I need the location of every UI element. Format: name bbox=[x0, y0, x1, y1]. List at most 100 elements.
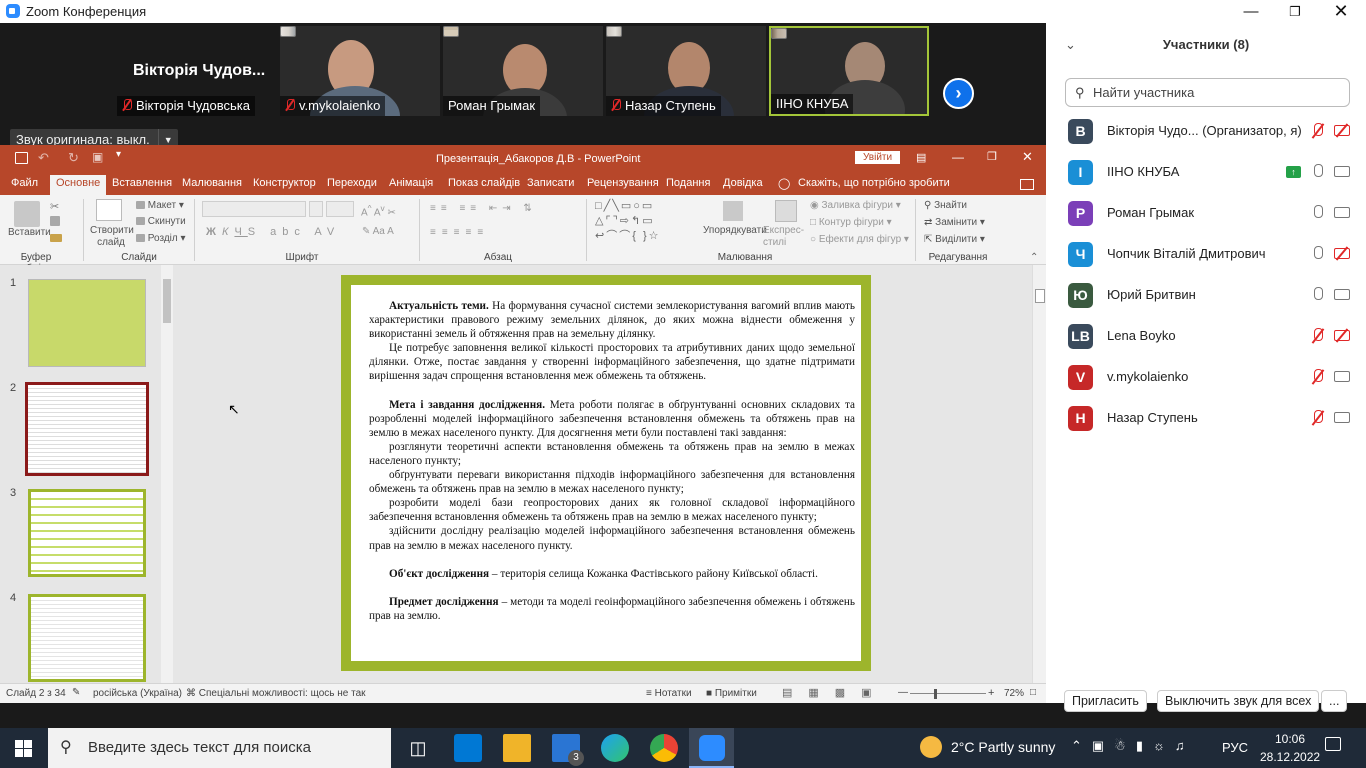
slide-thumbnail-selected[interactable] bbox=[25, 382, 149, 476]
video-off-icon[interactable] bbox=[1334, 125, 1350, 136]
view-buttons[interactable]: ▤▦▩▣ bbox=[782, 686, 888, 699]
present-icon[interactable]: ▣ bbox=[92, 150, 103, 164]
font-name-dropdown[interactable] bbox=[309, 201, 323, 217]
video-icon[interactable] bbox=[1334, 207, 1350, 218]
ribbon-display-icon[interactable]: ▤ bbox=[916, 151, 926, 164]
participant-row[interactable]: Vv.mykolaienko bbox=[1046, 357, 1366, 398]
ppt-minimize-button[interactable]: — bbox=[952, 150, 964, 164]
slide-thumbnail[interactable] bbox=[28, 594, 146, 682]
participant-row[interactable]: І ІІНО КНУБА ↑ bbox=[1046, 152, 1366, 193]
tab-draw[interactable]: Малювання bbox=[182, 177, 242, 189]
zoom-in-icon[interactable]: + bbox=[988, 687, 994, 699]
tab-help[interactable]: Довідка bbox=[723, 177, 763, 189]
font-name-box[interactable] bbox=[202, 201, 306, 217]
store-icon[interactable] bbox=[454, 734, 482, 762]
taskbar-search-input[interactable]: ⚲ Введите здесь текст для поиска bbox=[48, 728, 391, 768]
zoom-level[interactable]: 72% bbox=[1004, 688, 1024, 699]
video-icon[interactable] bbox=[1334, 289, 1350, 300]
mic-off-icon[interactable] bbox=[1312, 123, 1323, 139]
font-format-buttons[interactable]: ЖКЧS abc AV bbox=[206, 226, 340, 238]
mic-icon[interactable] bbox=[1312, 287, 1323, 303]
participant-row[interactable]: Р Роман Грымак bbox=[1046, 193, 1366, 234]
clock-time[interactable]: 10:06 bbox=[1266, 732, 1314, 746]
video-tile[interactable]: Вікторія Чудов... Вікторія Чудовська bbox=[117, 26, 277, 116]
mail-icon[interactable]: 3 bbox=[552, 734, 584, 766]
quick-styles-icon[interactable] bbox=[775, 200, 797, 222]
mute-all-button[interactable]: Выключить звук для всех bbox=[1157, 690, 1320, 712]
zoom-slider[interactable] bbox=[910, 693, 986, 694]
tab-file[interactable]: Файл bbox=[11, 177, 38, 189]
more-button[interactable]: ... bbox=[1321, 690, 1348, 712]
replace-button[interactable]: ⇄ Замінити ▾ bbox=[924, 217, 985, 228]
weather-text[interactable]: 2°C Partly sunny bbox=[951, 739, 1055, 755]
slide-scrollbar[interactable] bbox=[1032, 265, 1046, 683]
tray-icons[interactable]: ⌃▣☃▮☼♫ bbox=[1071, 738, 1195, 754]
shape-fill-button[interactable]: ◉ Заливка фігури ▾ bbox=[810, 200, 901, 211]
customize-toolbar-icon[interactable]: ▾ bbox=[116, 149, 121, 160]
tab-insert[interactable]: Вставлення bbox=[112, 177, 172, 189]
mic-off-icon[interactable] bbox=[1312, 369, 1323, 385]
ppt-restore-button[interactable]: ❐ bbox=[987, 150, 997, 163]
select-button[interactable]: ⇱ Виділити ▾ bbox=[924, 234, 985, 245]
format-painter-icon[interactable] bbox=[50, 233, 62, 244]
participant-row[interactable]: LB Lena Boyko bbox=[1046, 316, 1366, 357]
shape-outline-button[interactable]: □ Контур фігури ▾ bbox=[810, 217, 892, 228]
font-color-buttons[interactable]: ✎ Aa A bbox=[362, 226, 394, 237]
participant-row[interactable]: Ю Юрий Бритвин bbox=[1046, 275, 1366, 316]
chrome-icon[interactable] bbox=[650, 734, 678, 762]
close-button[interactable]: ✕ bbox=[1318, 0, 1364, 23]
copy-icon[interactable] bbox=[50, 216, 60, 227]
edge-icon[interactable] bbox=[601, 734, 629, 762]
align-buttons[interactable]: ≡≡≡≡≡ bbox=[430, 227, 489, 238]
video-tile[interactable]: v.mykolaienko bbox=[280, 26, 440, 116]
signin-button[interactable]: Увійти bbox=[855, 151, 901, 164]
chevron-right-icon[interactable]: › bbox=[943, 78, 974, 109]
list-buttons[interactable]: ≡≡ ≡≡ ⇤⇥ ⇅ bbox=[430, 203, 537, 214]
mic-icon[interactable] bbox=[1312, 246, 1323, 262]
tab-home[interactable]: Основне bbox=[50, 175, 107, 195]
notifications-icon[interactable] bbox=[1325, 737, 1341, 751]
scrollbar-thumb[interactable] bbox=[163, 279, 171, 323]
language-indicator[interactable]: російська (Україна) bbox=[93, 688, 182, 699]
video-tile[interactable]: Назар Ступень bbox=[606, 26, 766, 116]
paste-icon[interactable] bbox=[14, 201, 40, 227]
zoom-slider-thumb[interactable] bbox=[934, 689, 937, 699]
participant-search-input[interactable]: ⚲ Найти участника bbox=[1065, 78, 1350, 107]
cut-icon[interactable]: ✂ bbox=[50, 200, 59, 213]
video-off-icon[interactable] bbox=[1334, 248, 1350, 259]
ppt-close-button[interactable]: ✕ bbox=[1022, 149, 1033, 165]
scrollbar-thumb[interactable] bbox=[1035, 289, 1045, 303]
mic-off-icon[interactable] bbox=[1312, 328, 1323, 344]
collapse-ribbon-icon[interactable]: ⌃ bbox=[1030, 252, 1038, 263]
mic-off-icon[interactable] bbox=[1312, 410, 1323, 426]
tab-design[interactable]: Конструктор bbox=[253, 177, 316, 189]
weather-icon[interactable] bbox=[920, 736, 942, 758]
arrange-button[interactable]: Упорядкувати bbox=[703, 225, 767, 236]
mic-icon[interactable] bbox=[1312, 205, 1323, 221]
zoom-taskbar-button[interactable] bbox=[689, 728, 734, 768]
participant-row[interactable]: В Вікторія Чудо... (Организатор, я) bbox=[1046, 111, 1366, 152]
video-icon[interactable] bbox=[1334, 371, 1350, 382]
shape-effects-button[interactable]: ○ Ефекти для фігур ▾ bbox=[810, 234, 909, 245]
tell-me-box[interactable]: Скажіть, що потрібно зробити bbox=[798, 177, 950, 189]
reset-button[interactable]: Скинути bbox=[136, 216, 186, 227]
video-tile[interactable]: Роман Грымак bbox=[443, 26, 603, 116]
quick-styles-button[interactable]: Експрес-стилі bbox=[763, 225, 807, 249]
new-slide-button[interactable]: Створити слайд bbox=[90, 225, 134, 249]
participant-row[interactable]: Ч Чопчик Віталій Дмитрович bbox=[1046, 234, 1366, 275]
tab-animations[interactable]: Анімація bbox=[389, 177, 433, 189]
accessibility-status[interactable]: ⌘ Спеціальні можливості: щось не так bbox=[186, 688, 366, 699]
thumbnails-scrollbar[interactable] bbox=[161, 265, 173, 683]
tab-view[interactable]: Подання bbox=[666, 177, 710, 189]
find-button[interactable]: ⚲ Знайти bbox=[924, 200, 967, 211]
clock-date[interactable]: 28.12.2022 bbox=[1260, 750, 1320, 764]
video-tile-active-speaker[interactable]: ІІНО КНУБА bbox=[769, 26, 929, 116]
tab-slideshow[interactable]: Показ слайдів bbox=[448, 177, 520, 189]
language-indicator[interactable]: РУС bbox=[1222, 740, 1248, 755]
current-slide[interactable]: Актуальність теми. На формування сучасно… bbox=[341, 275, 871, 671]
participant-row[interactable]: Н Назар Ступень bbox=[1046, 398, 1366, 439]
save-icon[interactable] bbox=[15, 152, 28, 164]
notes-button[interactable]: ≡ Нотатки bbox=[646, 688, 692, 699]
comments-icon[interactable] bbox=[1020, 179, 1034, 190]
mic-icon[interactable] bbox=[1312, 164, 1323, 180]
